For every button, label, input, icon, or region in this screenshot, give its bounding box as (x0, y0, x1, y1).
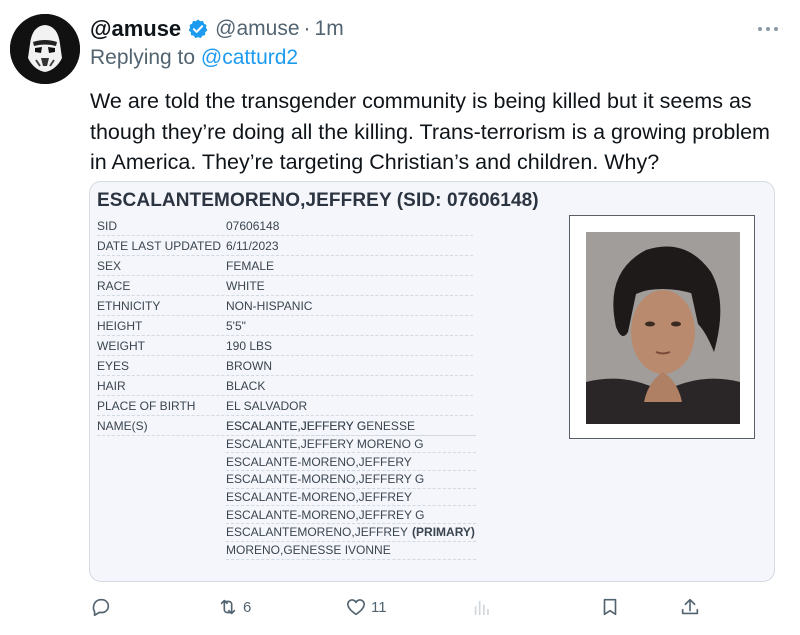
record-row: HAIR BLACK (97, 376, 473, 396)
name-line: ESCALANTE-MORENO,JEFFERY (226, 453, 476, 472)
field-value: NON-HISPANIC (226, 298, 313, 313)
alias-name: MORENO,GENESSE IVONNE (226, 543, 391, 558)
record-card-image[interactable]: ESCALANTEMORENO,JEFFREY (SID: 07606148) … (89, 181, 775, 582)
alias-name: ESCALANTE,JEFFERY MORENO G (226, 437, 424, 452)
share-button[interactable] (679, 596, 701, 618)
field-label: SEX (97, 258, 122, 273)
name-line: ESCALANTE-MORENO,JEFFREY G (226, 506, 476, 525)
record-row: EYES BROWN (97, 356, 473, 376)
tweet-actions: 6 11 (0, 591, 800, 625)
record-row: WEIGHT 190 LBS (97, 336, 473, 356)
alias-name: ESCALANTE-MORENO,JEFFREY G (226, 507, 425, 522)
bookmark-icon (603, 598, 617, 616)
record-fields: SID 07606148 DATE LAST UPDATED 6/11/2023 S… (97, 216, 473, 436)
record-row: HEIGHT 5'5" (97, 316, 473, 336)
retweet-button[interactable]: 6 (217, 596, 251, 618)
like-button[interactable]: 11 (345, 596, 387, 618)
field-value: 6/11/2023 (226, 238, 279, 253)
record-row: SEX FEMALE (97, 256, 473, 276)
views-button[interactable] (471, 596, 493, 618)
reply-button[interactable] (90, 596, 112, 618)
views-icon (474, 600, 489, 616)
record-row: DATE LAST UPDATED 6/11/2023 (97, 236, 473, 256)
alias-name: ESCALANTE,JEFFERY GENESSE (226, 419, 415, 434)
alias-name: ESCALANTE-MORENO,JEFFERY G (226, 472, 425, 487)
name-line: ESCALANTE-MORENO,JEFFREY (226, 489, 476, 507)
field-value: 07606148 (226, 218, 280, 233)
alias-name: ESCALANTE-MORENO,JEFFREY (226, 490, 413, 505)
field-label: RACE (97, 278, 131, 293)
tweet-header: @amuse @amuse · 1m (90, 12, 780, 46)
field-value: WHITE (226, 278, 265, 293)
field-label: EYES (97, 358, 130, 373)
more-options-icon[interactable] (756, 16, 780, 39)
field-value: BROWN (226, 358, 272, 373)
name-line: ESCALANTE-MORENO,JEFFERY G (226, 471, 476, 489)
field-label: HAIR (97, 378, 126, 393)
field-label: WEIGHT (97, 338, 145, 353)
tweet-timestamp[interactable]: 1m (315, 17, 344, 41)
field-label: ETHNICITY (97, 298, 161, 313)
field-label: PLACE OF BIRTH (97, 398, 196, 413)
record-row: ETHNICITY NON-HISPANIC (97, 296, 473, 316)
record-row: RACE WHITE (97, 276, 473, 296)
field-value: 190 LBS (226, 338, 273, 353)
field-label: HEIGHT (97, 318, 143, 333)
share-icon (681, 598, 699, 615)
record-row: PLACE OF BIRTH EL SALVADOR (97, 396, 473, 416)
name-line: MORENO,GENESSE IVONNE (226, 542, 476, 560)
name-line: ESCALANTE,JEFFERY MORENO G (226, 436, 476, 454)
record-title: ESCALANTEMORENO,JEFFREY (SID: 07606148) (97, 190, 539, 211)
verified-badge-icon (187, 18, 209, 40)
retweet-icon (220, 599, 236, 615)
additional-names: ESCALANTE,JEFFERY GENESSE ESCALANTE,JEFF… (226, 418, 476, 560)
alias-tag: (PRIMARY) (412, 525, 475, 540)
bookmark-button[interactable] (599, 596, 621, 618)
name-line: ESCALANTEMORENO,JEFFREY (PRIMARY) (226, 524, 476, 542)
name-line: ESCALANTE,JEFFERY GENESSE (226, 418, 476, 436)
heart-icon (346, 599, 366, 616)
field-label: SID (97, 218, 118, 233)
retweet-count: 6 (243, 598, 252, 616)
field-value: FEMALE (226, 258, 275, 273)
reply-mention-link[interactable]: @catturd2 (201, 46, 298, 69)
reply-icon (92, 598, 110, 617)
mugshot-photo (586, 232, 740, 424)
replying-to-label: Replying to (90, 46, 196, 69)
field-label: DATE LAST UPDATED (97, 238, 222, 253)
field-value: BLACK (226, 378, 266, 393)
tweet-text: We are told the transgender community is… (90, 89, 770, 174)
avatar[interactable] (10, 14, 80, 84)
field-value: 5'5" (226, 318, 246, 333)
author-handle[interactable]: @amuse (215, 17, 299, 41)
mugshot-frame (569, 215, 755, 439)
replying-to: Replying to @catturd2 (90, 46, 298, 70)
author-display-name[interactable]: @amuse (90, 16, 181, 42)
like-count: 11 (371, 598, 387, 616)
alias-name: ESCALANTEMORENO,JEFFREY (226, 525, 409, 540)
field-value: EL SALVADOR (226, 398, 308, 413)
stormtrooper-avatar (10, 14, 80, 84)
alias-name: ESCALANTE-MORENO,JEFFERY (226, 454, 412, 469)
separator-dot: · (303, 17, 311, 40)
record-row: SID 07606148 (97, 216, 473, 236)
field-label: NAME(S) (97, 418, 148, 433)
